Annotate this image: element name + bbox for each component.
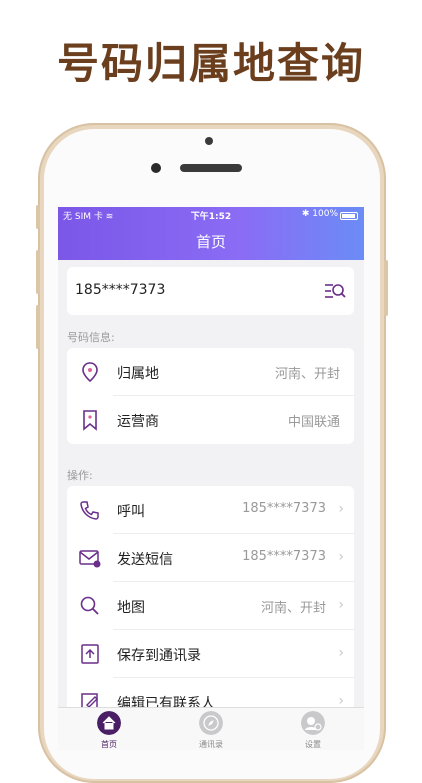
chevron-right-icon: › — [338, 597, 344, 613]
tab-contacts[interactable]: 通讯录 — [160, 708, 262, 750]
speaker-grille — [180, 164, 242, 172]
actions-card: 呼叫 185****7373 › 发送短信 185****7373 › 地图 河… — [67, 486, 354, 726]
tab-label: 首页 — [101, 740, 117, 749]
settings-icon — [301, 711, 325, 735]
actions-section-label: 操作: — [67, 469, 93, 482]
list-item-value: 河南、开封 — [274, 367, 340, 382]
list-item-label: 保存到通讯录 — [117, 648, 201, 664]
chevron-right-icon: › — [338, 645, 344, 661]
mail-icon — [79, 550, 101, 568]
app-screen: 无 SIM 卡 ≋ 下午1:52 ✱ 100% 首页 185****7373 号… — [58, 207, 364, 750]
list-item-value: 河南、开封 — [260, 601, 326, 616]
camera-icon — [151, 163, 161, 173]
tab-label: 通讯录 — [199, 740, 223, 749]
chevron-right-icon: › — [338, 549, 344, 565]
mute-switch — [36, 205, 40, 229]
nav-bar: 无 SIM 卡 ≋ 下午1:52 ✱ 100% 首页 — [58, 207, 364, 260]
list-item-value: 中国联通 — [287, 415, 340, 430]
list-item-label: 呼叫 — [117, 504, 145, 520]
tab-label: 设置 — [305, 740, 321, 749]
home-icon — [97, 711, 121, 735]
location-pin-icon — [82, 362, 98, 383]
compass-icon — [199, 711, 223, 735]
list-item-label: 地图 — [117, 600, 145, 616]
chevron-right-icon: › — [338, 501, 344, 517]
tab-bar: 首页 通讯录 设置 — [58, 707, 364, 750]
tab-settings[interactable]: 设置 — [262, 708, 364, 750]
tab-home[interactable]: 首页 — [58, 708, 160, 750]
promo-headline: 号码归属地查询 — [56, 39, 365, 88]
search-list-icon[interactable] — [324, 281, 346, 301]
phone-icon — [80, 501, 99, 520]
page-title: 首页 — [195, 233, 226, 251]
volume-up-button — [36, 250, 40, 294]
map-row[interactable]: 地图 河南、开封 › — [67, 582, 354, 630]
list-item-carrier: 运营商 中国联通 — [67, 396, 354, 444]
power-button — [384, 260, 388, 316]
list-item-label: 归属地 — [117, 366, 159, 382]
bluetooth-icon: ✱ — [301, 209, 310, 219]
info-card: 归属地 河南、开封 运营商 中国联通 — [67, 348, 354, 444]
save-contact-row[interactable]: 保存到通讯录 › — [67, 630, 354, 678]
search-map-icon — [80, 596, 99, 615]
call-row[interactable]: 呼叫 185****7373 › — [67, 486, 354, 534]
volume-down-button — [36, 305, 40, 349]
sms-row[interactable]: 发送短信 185****7373 › — [67, 534, 354, 582]
bookmark-icon — [83, 410, 97, 431]
battery-label: ✱ 100% — [301, 209, 338, 219]
list-item-value: 185****7373 — [242, 549, 326, 564]
list-item-location: 归属地 河南、开封 — [67, 348, 354, 396]
list-item-label: 发送短信 — [117, 552, 173, 568]
save-contact-icon — [81, 644, 99, 664]
phone-number-input[interactable]: 185****7373 — [75, 282, 165, 298]
battery-icon — [340, 212, 358, 220]
list-item-label: 运营商 — [117, 414, 159, 430]
status-bar: 无 SIM 卡 ≋ 下午1:52 ✱ 100% — [58, 209, 364, 223]
front-camera-icon — [205, 137, 213, 145]
list-item-value: 185****7373 — [242, 501, 326, 516]
search-card[interactable]: 185****7373 — [67, 267, 354, 315]
info-section-label: 号码信息: — [67, 331, 115, 344]
